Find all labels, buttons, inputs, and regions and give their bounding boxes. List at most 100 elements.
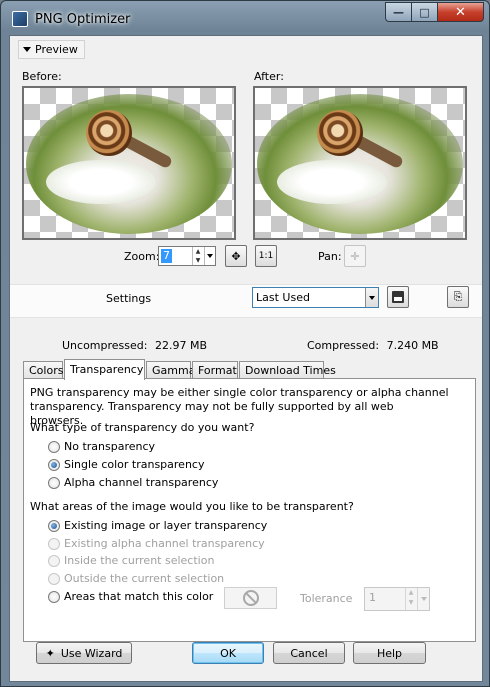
radio-label: Single color transparency xyxy=(64,458,205,471)
floppy-disk-icon xyxy=(392,291,404,303)
pan-label: Pan: xyxy=(318,250,342,263)
spin-down-icon[interactable]: ▼ xyxy=(193,256,203,265)
settings-dropdown-button[interactable] xyxy=(365,288,378,307)
radio-existing-layer-transparency[interactable]: Existing image or layer transparency xyxy=(48,519,267,532)
flowers-graphic xyxy=(277,160,387,204)
radio-button[interactable] xyxy=(48,458,60,471)
flowers-graphic xyxy=(46,160,156,204)
png-optimizer-window: PNG Optimizer — □ ✕ Preview Before: Afte… xyxy=(0,0,490,687)
snail-shell-graphic xyxy=(317,110,363,156)
close-button[interactable]: ✕ xyxy=(438,2,484,22)
zoom-dropdown-button[interactable] xyxy=(204,247,215,265)
title-bar[interactable]: PNG Optimizer — □ ✕ xyxy=(1,1,489,35)
compressed-value: 7.240 MB xyxy=(386,339,439,352)
snail-shell-graphic xyxy=(86,110,132,156)
preview-toggle-label: Preview xyxy=(35,43,78,56)
settings-band xyxy=(10,284,482,318)
radio-label: Existing alpha channel transparency xyxy=(64,537,265,550)
ok-button[interactable]: OK xyxy=(192,642,264,664)
close-icon: ✕ xyxy=(455,4,466,20)
uncompressed-caption: Uncompressed: xyxy=(62,339,148,352)
chevron-down-icon xyxy=(369,295,375,300)
save-preset-button[interactable] xyxy=(387,286,409,308)
use-wizard-label: Use Wizard xyxy=(60,646,123,660)
radio-label: No transparency xyxy=(64,440,156,453)
tab-format[interactable]: Format xyxy=(192,361,238,379)
maximize-icon: □ xyxy=(419,5,430,19)
radio-alpha-channel-transparency[interactable]: Alpha channel transparency xyxy=(48,476,218,489)
zoom-label: Zoom: xyxy=(124,250,160,263)
zoom-to-fit-button[interactable]: ✥ xyxy=(225,245,247,267)
tolerance-input[interactable]: 1 ▲ ▼ xyxy=(364,587,430,611)
settings-preset-value: Last Used xyxy=(256,291,310,304)
tab-download-times[interactable]: Download Times xyxy=(239,361,336,379)
minimize-icon: — xyxy=(393,5,404,19)
actual-size-button[interactable]: 1:1 xyxy=(255,245,277,267)
radio-label: Alpha channel transparency xyxy=(64,476,219,489)
before-label: Before: xyxy=(22,70,62,83)
chevron-down-icon xyxy=(207,254,213,258)
dialog-client: Preview Before: After: Zoom: 7 ▲ ▼ ✥ 1:1… xyxy=(9,35,483,682)
after-label: After: xyxy=(254,70,284,83)
chevron-down-icon xyxy=(23,47,31,52)
radio-button[interactable] xyxy=(48,519,60,532)
zoom-input[interactable]: 7 ▲ ▼ xyxy=(158,246,216,266)
uncompressed-value: 22.97 MB xyxy=(154,339,207,352)
radio-label: Existing image or layer transparency xyxy=(64,519,268,532)
tolerance-dropdown-button[interactable] xyxy=(417,588,429,610)
window-title: PNG Optimizer xyxy=(35,12,131,27)
before-preview[interactable] xyxy=(22,86,236,240)
radio-button[interactable] xyxy=(48,440,60,453)
presets-icon: ⎘ xyxy=(453,290,463,303)
tolerance-label: Tolerance xyxy=(300,592,353,605)
radio-single-color-transparency[interactable]: Single color transparency xyxy=(48,458,204,471)
spin-up-icon[interactable]: ▲ xyxy=(193,247,203,256)
match-color-swatch[interactable] xyxy=(224,587,277,609)
uncompressed-label: Uncompressed: 22.97 MB xyxy=(62,339,207,352)
radio-button[interactable] xyxy=(48,476,60,489)
transparency-type-question: What type of transparency do you want? xyxy=(30,421,255,434)
transparency-panel: PNG transparency may be either single co… xyxy=(23,378,476,642)
no-color-icon xyxy=(242,590,259,606)
radio-button xyxy=(48,554,60,567)
help-button[interactable]: Help xyxy=(353,642,426,664)
radio-label: Outside the current selection xyxy=(64,572,225,585)
pan-button[interactable]: ✛ xyxy=(344,245,366,267)
settings-label: Settings xyxy=(106,292,152,305)
radio-existing-alpha-transparency: Existing alpha channel transparency xyxy=(48,537,265,550)
compressed-caption: Compressed: xyxy=(307,339,380,352)
tolerance-value: 1 xyxy=(369,591,376,604)
use-wizard-button[interactable]: ✦ Use Wizard xyxy=(36,642,132,664)
settings-preset-select[interactable]: Last Used xyxy=(252,287,379,308)
window-controls: — □ ✕ xyxy=(385,2,484,22)
zoom-to-fit-icon: ✥ xyxy=(231,249,241,263)
tab-colors[interactable]: Colors xyxy=(23,361,63,379)
zoom-spinner[interactable]: ▲ ▼ xyxy=(192,247,203,265)
after-preview[interactable] xyxy=(253,86,467,240)
radio-no-transparency[interactable]: No transparency xyxy=(48,440,155,453)
zoom-value: 7 xyxy=(161,249,172,263)
manage-presets-button[interactable]: ⎘ xyxy=(447,286,469,308)
radio-label: Areas that match this color xyxy=(64,590,214,603)
app-icon xyxy=(12,11,28,27)
maximize-button[interactable]: □ xyxy=(412,2,438,22)
wizard-wand-icon: ✦ xyxy=(45,646,55,660)
minimize-button[interactable]: — xyxy=(385,2,412,22)
tolerance-spinner[interactable]: ▲ ▼ xyxy=(405,588,416,610)
tab-transparency[interactable]: Transparency xyxy=(64,359,145,380)
radio-label: Inside the current selection xyxy=(64,554,215,567)
radio-button xyxy=(48,572,60,585)
radio-match-color[interactable]: Areas that match this color xyxy=(48,590,213,603)
tab-gamma[interactable]: Gamma xyxy=(146,361,195,379)
transparent-areas-question: What areas of the image would you like t… xyxy=(30,500,354,513)
radio-inside-selection: Inside the current selection xyxy=(48,554,214,567)
compressed-label: Compressed: 7.240 MB xyxy=(307,339,439,352)
actual-size-icon: 1:1 xyxy=(258,251,274,261)
cancel-button[interactable]: Cancel xyxy=(273,642,345,664)
radio-outside-selection: Outside the current selection xyxy=(48,572,224,585)
move-icon: ✛ xyxy=(350,249,360,263)
preview-toggle[interactable]: Preview xyxy=(18,40,85,59)
chevron-down-icon xyxy=(420,597,427,601)
radio-button xyxy=(48,537,60,550)
radio-button[interactable] xyxy=(48,590,60,603)
